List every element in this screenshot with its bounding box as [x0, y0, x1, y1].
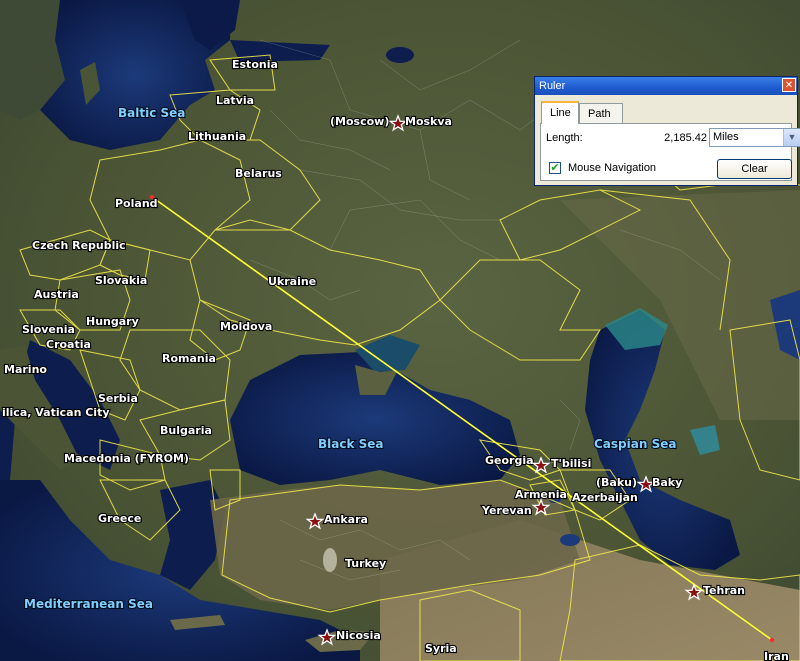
- unit-select[interactable]: Miles ▼: [709, 128, 800, 147]
- country-label: Slovakia: [95, 274, 147, 287]
- country-label: Croatia: [46, 338, 91, 351]
- country-label: Turkey: [345, 557, 386, 570]
- tab-line[interactable]: Line: [541, 101, 579, 124]
- sea-label: Baltic Sea: [118, 106, 185, 120]
- country-label: Greece: [98, 512, 141, 525]
- city-label: Baky: [652, 476, 682, 489]
- country-label: Georgia: [485, 454, 534, 467]
- city-label: Tehran: [703, 584, 745, 597]
- ruler-titlebar[interactable]: Ruler ✕: [535, 77, 797, 95]
- country-label: Macedonia (FYROM): [64, 452, 189, 465]
- sea-label: Black Sea: [318, 437, 384, 451]
- country-label: Azerbaijan: [572, 491, 638, 504]
- country-label: Syria: [425, 642, 457, 655]
- country-label: Bulgaria: [160, 424, 212, 437]
- length-value: 2,185.42: [664, 132, 707, 144]
- close-icon[interactable]: ✕: [782, 78, 796, 92]
- city-label: T'bilisi: [551, 457, 591, 470]
- measure-end-point[interactable]: [769, 637, 775, 643]
- country-label: Estonia: [232, 58, 278, 71]
- country-label: Poland: [115, 197, 158, 210]
- country-label: Romania: [162, 352, 216, 365]
- chevron-down-icon[interactable]: ▼: [783, 129, 800, 146]
- country-label: Belarus: [235, 167, 282, 180]
- city-tbilisi[interactable]: T'bilisi: [531, 456, 592, 474]
- country-label: Slovenia: [22, 323, 75, 336]
- mouse-navigation-label[interactable]: Mouse Navigation: [568, 162, 656, 174]
- city-alt-label: (Moscow): [330, 115, 389, 128]
- country-label: Latvia: [216, 94, 254, 107]
- city-label: Moskva: [405, 115, 452, 128]
- country-label: Iran: [764, 650, 789, 661]
- country-label: Austria: [34, 288, 79, 301]
- tab-label: Path: [588, 108, 611, 120]
- city-label: Yerevan: [481, 504, 532, 517]
- clear-button[interactable]: Clear: [717, 159, 792, 179]
- lake-onega: [386, 47, 414, 63]
- unit-select-value: Miles: [713, 131, 739, 143]
- country-label: Lithuania: [188, 130, 246, 143]
- country-label: Czech Republic: [32, 239, 126, 252]
- lake-tuz: [323, 548, 337, 572]
- city-alt-label: (Baku): [596, 476, 637, 489]
- country-label: Hungary: [86, 315, 139, 328]
- country-label: Marino: [4, 363, 47, 376]
- tab-label: Line: [550, 107, 571, 119]
- sea-label: Mediterranean Sea: [24, 597, 153, 611]
- tab-path[interactable]: Path: [579, 103, 623, 123]
- city-label: Nicosia: [336, 629, 381, 642]
- length-label: Length:: [546, 132, 583, 144]
- lake-van: [560, 534, 580, 546]
- city-label: Ankara: [324, 513, 368, 526]
- sea-label: Caspian Sea: [594, 437, 676, 451]
- mouse-navigation-checkbox[interactable]: ✔: [549, 162, 561, 174]
- country-label: Serbia: [98, 392, 138, 405]
- country-label: ilica, Vatican City: [2, 406, 110, 419]
- country-label: Ukraine: [268, 275, 316, 288]
- country-label: Moldova: [220, 320, 272, 333]
- ruler-dialog: Ruler ✕ Line Path Length: 2,185.42 Miles…: [534, 76, 800, 186]
- dialog-title: Ruler: [539, 80, 566, 92]
